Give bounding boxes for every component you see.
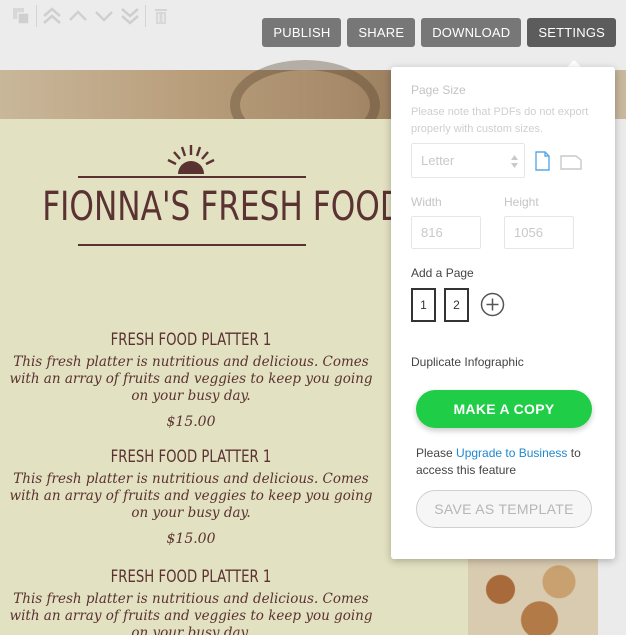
item-description: This fresh platter is nutritious and del… <box>9 591 373 635</box>
make-a-copy-button[interactable]: MAKE A COPY <box>416 390 592 428</box>
width-input[interactable]: 816 <box>411 216 481 249</box>
settings-button[interactable]: SETTINGS <box>527 18 616 47</box>
add-page-label: Add a Page <box>411 266 474 280</box>
duplicate-icon[interactable] <box>8 4 34 28</box>
item-name: FRESH FOOD PLATTER 1 <box>110 567 272 587</box>
upgrade-note: Please Upgrade to Business to access thi… <box>416 445 596 479</box>
item-description: This fresh platter is nutritious and del… <box>9 471 373 521</box>
width-value: 816 <box>421 225 443 240</box>
portrait-orientation-icon[interactable] <box>535 151 550 171</box>
menu-item[interactable]: FRESH FOOD PLATTER 1 This fresh platter … <box>0 567 382 635</box>
move-to-top-icon[interactable] <box>39 4 65 28</box>
item-name: FRESH FOOD PLATTER 1 <box>110 330 272 350</box>
height-value: 1056 <box>514 225 543 240</box>
page-2-thumb[interactable]: 2 <box>444 288 469 322</box>
item-name: FRESH FOOD PLATTER 1 <box>110 447 272 467</box>
select-arrows-icon <box>511 155 518 168</box>
settings-panel: Page Size Please note that PDFs do not e… <box>391 67 615 559</box>
download-button[interactable]: DOWNLOAD <box>421 18 522 47</box>
landscape-orientation-icon[interactable] <box>560 155 582 170</box>
page-size-value: Letter <box>421 153 455 168</box>
page-1-thumb[interactable]: 1 <box>411 288 436 322</box>
page-number: 1 <box>420 298 427 312</box>
item-price: $15.00 <box>166 414 216 430</box>
add-page-icon[interactable] <box>480 292 505 317</box>
upgrade-prefix: Please <box>416 446 457 460</box>
page-size-note: Please note that PDFs do not export prop… <box>411 106 589 135</box>
duplicate-label: Duplicate Infographic <box>411 355 524 369</box>
logo-rule-bottom <box>78 244 306 246</box>
layer-tools <box>8 4 174 28</box>
upgrade-link[interactable]: Upgrade to Business <box>456 446 567 460</box>
menu-item[interactable]: FRESH FOOD PLATTER 1 This fresh platter … <box>0 330 382 430</box>
toolbar-divider <box>36 5 37 27</box>
page-size-select[interactable]: Letter <box>411 143 525 178</box>
page-number: 2 <box>453 298 460 312</box>
logo-rule-top <box>78 176 306 178</box>
menu-item[interactable]: FRESH FOOD PLATTER 1 This fresh platter … <box>0 447 382 547</box>
publish-button[interactable]: PUBLISH <box>262 18 342 47</box>
height-label: Height <box>504 195 539 209</box>
toolbar-actions: PUBLISH SHARE DOWNLOAD SETTINGS <box>262 18 616 47</box>
trash-icon[interactable] <box>148 4 174 28</box>
move-down-icon[interactable] <box>91 4 117 28</box>
move-up-icon[interactable] <box>65 4 91 28</box>
share-button[interactable]: SHARE <box>347 18 416 47</box>
width-label: Width <box>411 195 442 209</box>
item-description: This fresh platter is nutritious and del… <box>9 354 373 404</box>
move-to-bottom-icon[interactable] <box>117 4 143 28</box>
sun-logo-icon[interactable] <box>165 143 217 175</box>
item-price: $15.00 <box>166 531 216 547</box>
page-size-label: Page Size <box>411 83 466 97</box>
menu-title[interactable]: FIONNA'S FRESH FOODS <box>42 184 423 230</box>
toolbar-divider <box>145 5 146 27</box>
save-as-template-button[interactable]: SAVE AS TEMPLATE <box>416 490 592 528</box>
height-input[interactable]: 1056 <box>504 216 574 249</box>
